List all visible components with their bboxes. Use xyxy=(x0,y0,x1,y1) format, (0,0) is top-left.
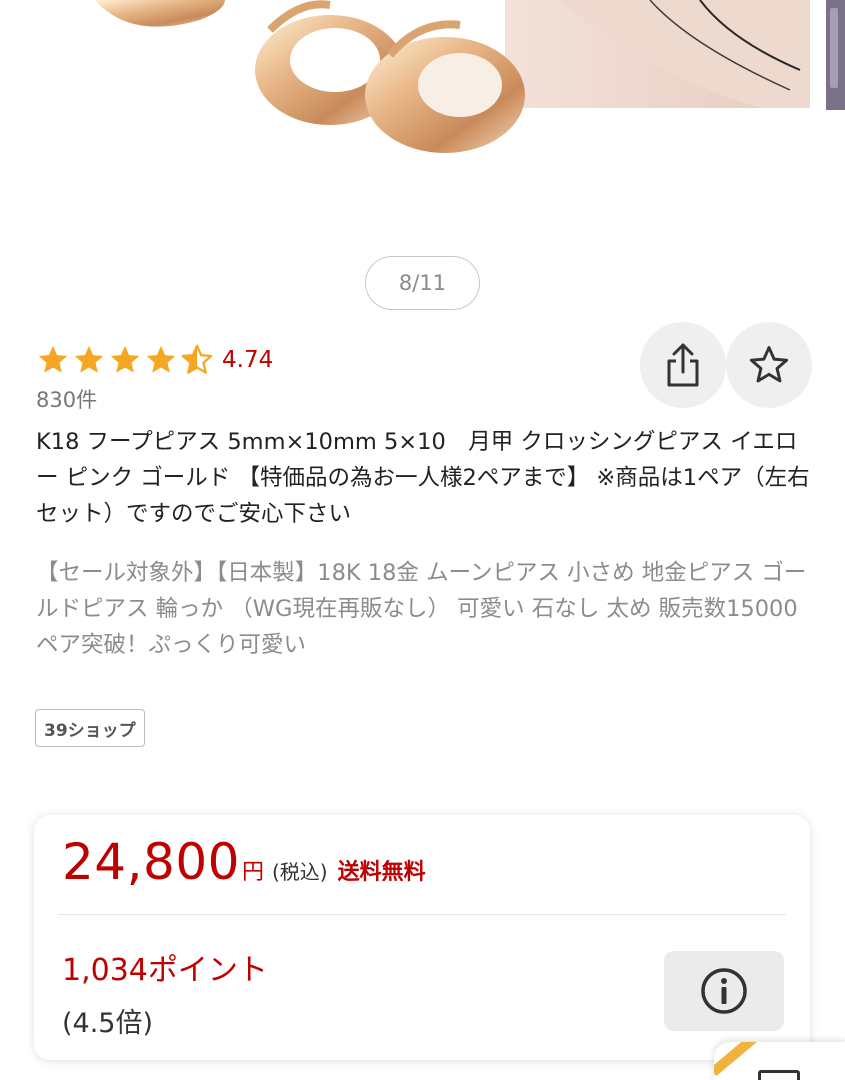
points-amount: 1,034ポイント xyxy=(62,953,268,988)
share-button[interactable] xyxy=(640,322,726,408)
star-filled-icon xyxy=(74,345,104,373)
review-count[interactable]: 830件 xyxy=(36,384,97,414)
floating-widget[interactable] xyxy=(714,1042,845,1080)
rating-value: 4.74 xyxy=(222,347,274,373)
rating[interactable]: 4.74 xyxy=(36,340,273,380)
product-image[interactable] xyxy=(0,0,845,240)
next-image-preview[interactable] xyxy=(826,0,845,110)
share-icon xyxy=(667,343,699,387)
star-filled-icon xyxy=(38,345,68,373)
widget-stripe xyxy=(714,1042,763,1077)
divider xyxy=(58,914,786,915)
points-info-button[interactable] xyxy=(664,951,784,1031)
star-outline-icon xyxy=(749,346,789,383)
gallery-counter: 8/11 xyxy=(365,256,480,310)
star-half-icon xyxy=(181,344,213,374)
points-multiplier: (4.5倍) xyxy=(62,1008,154,1039)
product-photo xyxy=(0,0,810,240)
star-filled-icon xyxy=(146,345,176,373)
widget-icon xyxy=(758,1070,800,1080)
product-title: K18 フープピアス 5mm×10mm 5×10 月甲 クロッシングピアス イエ… xyxy=(36,429,810,527)
star-rating xyxy=(36,343,214,377)
info-icon xyxy=(701,968,747,1014)
free-shipping-label: 送料無料 xyxy=(337,860,426,885)
price-currency: 円 xyxy=(241,860,264,885)
price-row: 24,800 円 (税込) 送料無料 xyxy=(62,833,426,891)
price-card: 24,800 円 (税込) 送料無料 1,034ポイント (4.5倍) xyxy=(34,815,810,1060)
shop-badge: 39ショップ xyxy=(35,709,145,747)
price-amount: 24,800 xyxy=(62,833,240,891)
tax-note: (税込) xyxy=(271,860,328,884)
star-filled-icon xyxy=(110,345,140,373)
product-catchcopy: 【セール対象外】【日本製】18K 18金 ムーンピアス 小さめ 地金ピアス ゴー… xyxy=(36,560,807,658)
favorite-button[interactable] xyxy=(726,322,812,408)
